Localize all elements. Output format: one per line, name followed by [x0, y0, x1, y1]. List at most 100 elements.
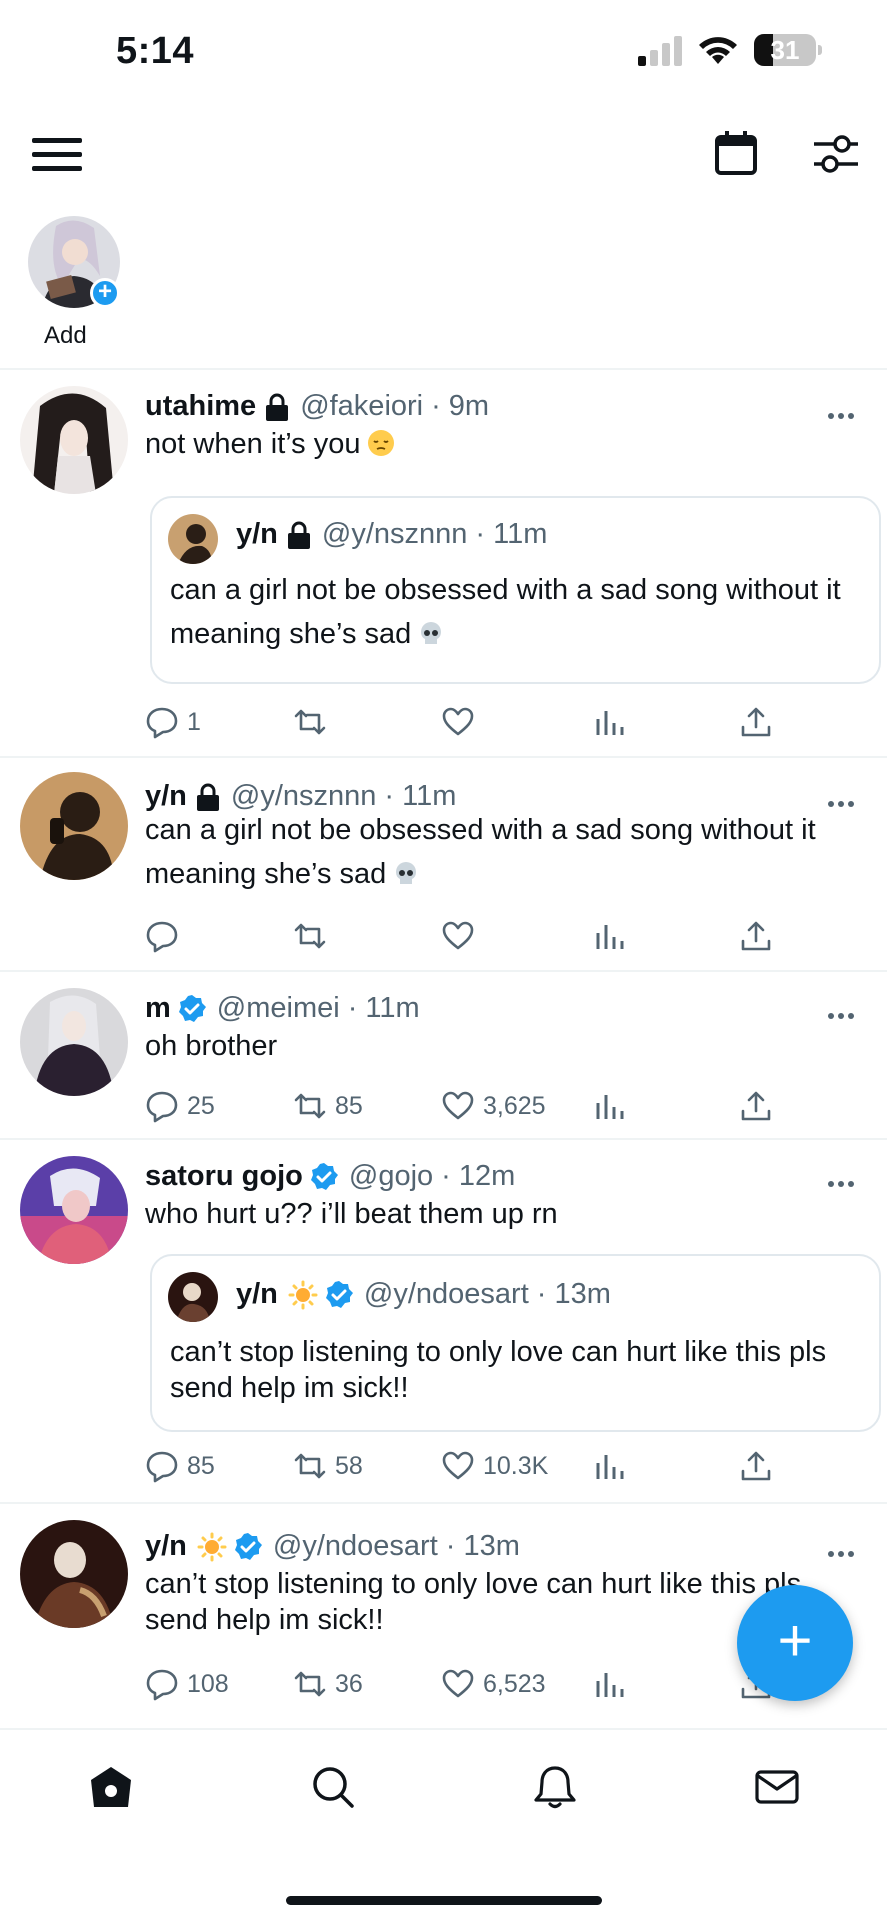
display-name[interactable]: satoru gojo — [145, 1160, 303, 1193]
reply-icon — [146, 1451, 178, 1483]
top-bar — [0, 120, 887, 190]
menu-icon[interactable] — [32, 138, 82, 172]
views-button[interactable] — [593, 1664, 627, 1704]
quoted-avatar — [168, 514, 218, 564]
skull-emoji-icon — [421, 622, 442, 644]
share-icon — [741, 1451, 771, 1481]
views-button[interactable] — [593, 1086, 627, 1126]
quoted-timestamp: 11m — [493, 518, 548, 550]
analytics-icon — [596, 711, 624, 735]
views-button[interactable] — [593, 916, 627, 956]
retweet-button[interactable]: 36 — [293, 1664, 363, 1704]
separator: · — [441, 1160, 451, 1192]
plus-icon: + — [777, 1607, 813, 1674]
timestamp: 13m — [463, 1530, 520, 1562]
heart-icon — [442, 1669, 474, 1698]
more-icon[interactable] — [828, 1006, 858, 1019]
tweet-header: satoru gojo @gojo · 12m — [145, 1160, 515, 1193]
handle[interactable]: @y/ndoesart — [273, 1530, 438, 1563]
like-button[interactable] — [441, 702, 483, 742]
mail-icon[interactable] — [754, 1764, 800, 1810]
avatar[interactable] — [20, 988, 128, 1096]
quoted-display-name: y/n — [236, 518, 278, 550]
handle[interactable]: @meimei — [217, 992, 340, 1025]
home-indicator[interactable] — [286, 1896, 602, 1905]
display-name[interactable]: y/n — [145, 1530, 187, 1563]
retweet-button[interactable] — [293, 916, 335, 956]
reply-button[interactable]: 108 — [145, 1664, 229, 1704]
quoted-header: y/n @y/nsznnn · 11m — [236, 518, 547, 551]
avatar[interactable] — [20, 1156, 128, 1264]
share-button[interactable] — [739, 1086, 773, 1126]
reply-button[interactable] — [145, 916, 187, 956]
quoted-header: y/n @y/ndoesart · 13m — [236, 1278, 611, 1311]
more-icon[interactable] — [828, 794, 858, 807]
retweet-icon — [294, 709, 326, 735]
reply-button[interactable]: 25 — [145, 1086, 215, 1126]
home-icon[interactable] — [88, 1764, 134, 1810]
heart-icon — [442, 1091, 474, 1120]
retweet-icon — [294, 1093, 326, 1119]
verified-badge-icon — [310, 1162, 338, 1190]
reply-button[interactable]: 1 — [145, 702, 201, 742]
like-button[interactable]: 3,625 — [441, 1086, 546, 1126]
retweet-button[interactable] — [293, 702, 335, 742]
bell-icon[interactable] — [532, 1764, 578, 1810]
retweet-count: 85 — [335, 1091, 363, 1120]
like-count: 10.3K — [483, 1451, 549, 1480]
search-icon[interactable] — [310, 1764, 356, 1810]
avatar[interactable] — [20, 1520, 128, 1628]
separator: · — [536, 1278, 547, 1310]
like-button[interactable] — [441, 916, 483, 956]
add-story-label: Add — [44, 322, 87, 349]
filter-icon[interactable] — [812, 132, 860, 176]
share-button[interactable] — [739, 702, 773, 742]
stories-row: + Add — [0, 216, 887, 366]
tweet[interactable]: satoru gojo @gojo · 12m who hurt u?? i’l… — [0, 1140, 887, 1502]
quoted-text: can a girl not be obsessed with a sad so… — [170, 568, 870, 656]
views-button[interactable] — [593, 1446, 627, 1486]
avatar[interactable] — [20, 772, 128, 880]
display-name[interactable]: m — [145, 992, 171, 1025]
retweet-button[interactable]: 58 — [293, 1446, 363, 1486]
more-icon[interactable] — [828, 1174, 858, 1187]
analytics-icon — [596, 1673, 624, 1697]
status-time: 5:14 — [116, 30, 195, 72]
more-icon[interactable] — [828, 406, 858, 419]
tweet-text: can a girl not be obsessed with a sad so… — [145, 808, 855, 896]
tweet-header: utahime @fakeiori · 9m — [145, 390, 489, 423]
retweet-count: 36 — [335, 1669, 363, 1698]
avatar[interactable] — [20, 386, 128, 494]
more-icon[interactable] — [828, 1544, 858, 1557]
reply-icon — [146, 1669, 178, 1701]
reply-count: 25 — [187, 1091, 215, 1120]
quoted-tweet[interactable]: y/n @y/ndoesart · 13m can’t stop listeni… — [150, 1254, 881, 1432]
share-button[interactable] — [739, 916, 773, 956]
handle[interactable]: @fakeiori — [300, 390, 423, 423]
heart-icon — [442, 1451, 474, 1480]
retweet-button[interactable]: 85 — [293, 1086, 363, 1126]
tweet-header: y/n @y/ndoesart · 13m — [145, 1530, 520, 1563]
lock-icon — [287, 521, 310, 549]
like-button[interactable]: 6,523 — [441, 1664, 546, 1704]
timestamp: 11m — [365, 992, 420, 1024]
tweet-actions: 1 — [145, 702, 885, 742]
add-story-icon[interactable]: + — [90, 278, 120, 308]
compose-button[interactable]: + — [737, 1585, 853, 1701]
tweet-header: m @meimei · 11m — [145, 992, 420, 1025]
tweet[interactable]: m @meimei · 11m oh brother 25 85 3,625 — [0, 972, 887, 1138]
handle[interactable]: @gojo — [349, 1160, 433, 1193]
display-name[interactable]: utahime — [145, 390, 256, 423]
like-button[interactable]: 10.3K — [441, 1446, 548, 1486]
share-button[interactable] — [739, 1446, 773, 1486]
analytics-icon — [596, 1095, 624, 1119]
tweet[interactable]: y/n @y/nsznnn · 11m can a girl not be ob… — [0, 758, 887, 970]
separator: · — [347, 992, 358, 1024]
quoted-tweet[interactable]: y/n @y/nsznnn · 11m can a girl not be ob… — [150, 496, 881, 684]
calendar-icon[interactable] — [714, 130, 758, 176]
reply-button[interactable]: 85 — [145, 1446, 215, 1486]
tweet[interactable]: utahime @fakeiori · 9m not when it’s you… — [0, 370, 887, 756]
sun-emoji-icon — [288, 1280, 318, 1309]
share-icon — [741, 921, 771, 951]
views-button[interactable] — [593, 702, 627, 742]
